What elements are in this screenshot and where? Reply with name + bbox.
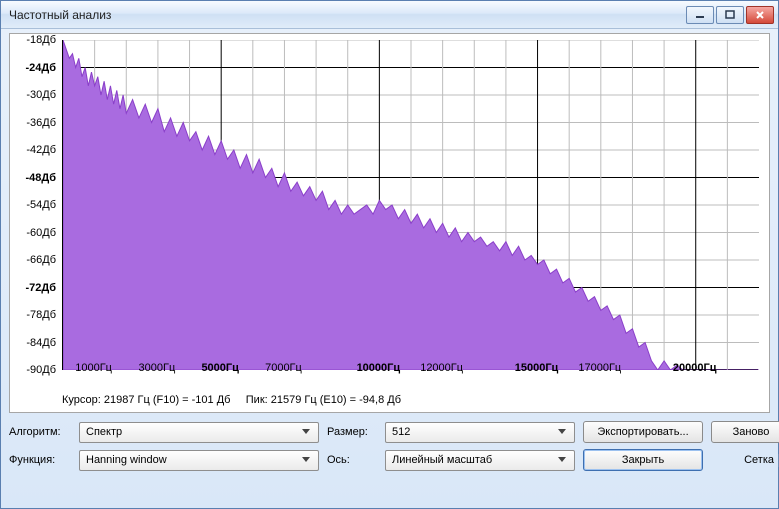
- app-window: Частотный анализ -18Дб -24Дб -30Дб -36Дб -42…: [0, 0, 779, 509]
- size-label: Размер:: [327, 426, 377, 438]
- close-dialog-button[interactable]: Закрыть: [583, 449, 703, 471]
- x-tick-label: 10000Гц: [357, 362, 401, 374]
- chevron-down-icon: [554, 424, 570, 440]
- x-axis-ticks: 1000Гц 3000Гц 5000Гц 7000Гц 10000Гц 12000Гц 15…: [62, 362, 758, 378]
- function-value: Hanning window: [86, 454, 167, 466]
- y-tick-label: -24Дб: [25, 62, 56, 74]
- cursor-readout: Курсор: 21987 Гц (F10) = -101 Дб: [62, 394, 230, 406]
- y-tick-label: -30Дб: [26, 89, 56, 101]
- y-tick-label: -66Дб: [26, 254, 56, 266]
- chevron-down-icon: [298, 452, 314, 468]
- y-tick-label: -90Дб: [26, 364, 56, 376]
- x-tick-label: 15000Гц: [515, 362, 559, 374]
- y-tick-label: -42Дб: [26, 144, 56, 156]
- algorithm-value: Спектр: [86, 426, 122, 438]
- titlebar[interactable]: Частотный анализ: [1, 1, 778, 29]
- x-tick-label: 12000Гц: [420, 362, 463, 374]
- minimize-button[interactable]: [686, 6, 714, 24]
- export-button[interactable]: Экспортировать...: [583, 421, 703, 443]
- function-select[interactable]: Hanning window: [79, 450, 319, 471]
- size-value: 512: [392, 426, 410, 438]
- export-label: Экспортировать...: [597, 426, 688, 438]
- peak-readout: Пик: 21579 Гц (E10) = -94,8 Дб: [246, 394, 401, 406]
- window-title: Частотный анализ: [9, 8, 686, 22]
- y-tick-label: -78Дб: [26, 309, 56, 321]
- grid-toggle[interactable]: Сетка: [711, 454, 779, 467]
- close-button[interactable]: [746, 6, 774, 24]
- maximize-button[interactable]: [716, 6, 744, 24]
- redo-label: Заново: [733, 426, 770, 438]
- controls-panel: Алгоритм: Спектр Размер: 512 Экспортиров…: [9, 421, 770, 471]
- y-tick-label: -54Дб: [26, 199, 56, 211]
- y-tick-label: -84Дб: [26, 337, 56, 349]
- x-tick-label: 1000Гц: [75, 362, 112, 374]
- axis-label: Ось:: [327, 454, 377, 466]
- chevron-down-icon: [554, 452, 570, 468]
- size-select[interactable]: 512: [385, 422, 575, 443]
- axis-select[interactable]: Линейный масштаб: [385, 450, 575, 471]
- y-tick-label: -18Дб: [26, 34, 56, 46]
- y-tick-label: -36Дб: [26, 117, 56, 129]
- chevron-down-icon: [298, 424, 314, 440]
- y-axis-ticks: -18Дб-24Дб-30Дб-36Дб-42Дб-48Дб-54Дб-60Дб…: [10, 40, 60, 370]
- axis-value: Линейный масштаб: [392, 454, 492, 466]
- y-tick-label: -60Дб: [26, 227, 56, 239]
- algorithm-label: Алгоритм:: [9, 426, 71, 438]
- x-tick-label: 17000Гц: [578, 362, 621, 374]
- window-controls: [686, 6, 774, 24]
- status-line: Курсор: 21987 Гц (F10) = -101 Дб Пик: 21…: [62, 394, 401, 406]
- spectrum-chart: [63, 40, 759, 370]
- close-dialog-label: Закрыть: [622, 454, 664, 466]
- function-label: Функция:: [9, 454, 71, 466]
- x-tick-label: 20000Гц: [673, 362, 717, 374]
- y-tick-label: -48Дб: [25, 172, 56, 184]
- x-tick-label: 5000Гц: [201, 362, 238, 374]
- x-tick-label: 7000Гц: [265, 362, 302, 374]
- x-tick-label: 3000Гц: [139, 362, 176, 374]
- content-area: -18Дб -24Дб -30Дб -36Дб -42Дб -48Дб -54Дб -60Дб…: [1, 29, 778, 479]
- plot-frame: -18Дб -24Дб -30Дб -36Дб -42Дб -48Дб -54Дб -60Дб…: [9, 33, 770, 413]
- redo-button[interactable]: Заново: [711, 421, 779, 443]
- grid-label: Сетка: [744, 454, 774, 466]
- y-tick-label: -72Дб: [25, 282, 56, 294]
- algorithm-select[interactable]: Спектр: [79, 422, 319, 443]
- plot-area[interactable]: [62, 40, 758, 370]
